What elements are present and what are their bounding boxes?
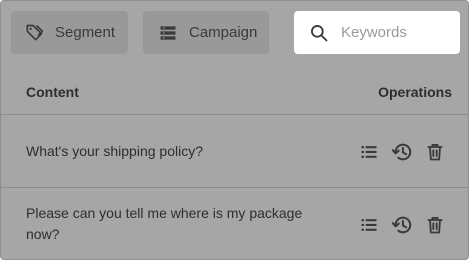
- search-box[interactable]: [294, 11, 460, 54]
- table-row: What's your shipping policy?: [1, 115, 468, 188]
- history-icon[interactable]: [391, 214, 413, 236]
- segment-button[interactable]: Segment: [11, 11, 128, 54]
- trash-icon[interactable]: [424, 141, 446, 163]
- row-content: What's your shipping policy?: [26, 143, 203, 159]
- history-icon[interactable]: [391, 141, 413, 163]
- row-operations: [358, 214, 446, 236]
- list-icon: [157, 22, 179, 44]
- list-icon[interactable]: [358, 214, 380, 236]
- search-icon: [308, 22, 330, 44]
- trash-icon[interactable]: [424, 214, 446, 236]
- segment-button-label: Segment: [55, 24, 116, 41]
- list-icon[interactable]: [358, 141, 380, 163]
- tag-icon: [23, 22, 45, 44]
- campaign-button-label: Campaign: [189, 24, 258, 41]
- operations-column-header: Operations: [378, 84, 452, 100]
- table-header: Content Operations: [1, 68, 468, 115]
- search-input[interactable]: [341, 24, 451, 41]
- row-content: Please can you tell me where is my packa…: [26, 205, 303, 242]
- faq-panel: Segment Campaign Keywords Content Operat…: [0, 0, 469, 260]
- table-row: Please can you tell me where is my packa…: [1, 188, 468, 259]
- row-operations: [358, 141, 446, 163]
- toolbar: Segment Campaign: [1, 1, 468, 63]
- content-column-header: Content: [26, 84, 79, 100]
- campaign-button[interactable]: Campaign: [143, 11, 269, 54]
